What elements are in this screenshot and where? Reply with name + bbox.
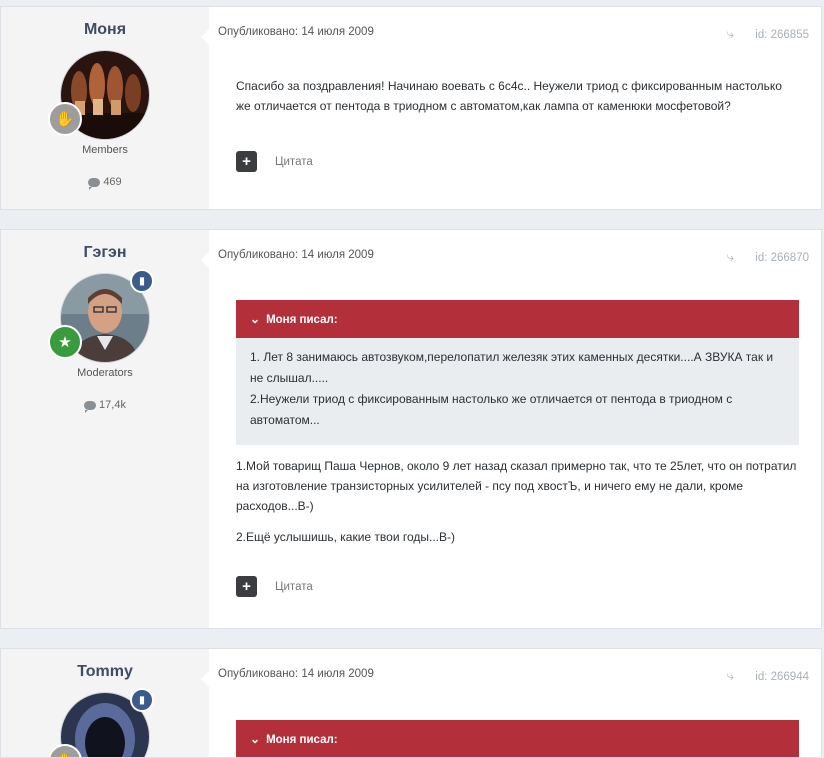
quote-line: 2.Неужели триод с фиксированным настольк… bbox=[250, 392, 733, 427]
post-meta: Опубликовано: 14 июля 2009 ⤷ id: 266870 bbox=[218, 249, 809, 264]
post-id: id: 266870 bbox=[755, 252, 809, 264]
author-panel: Моня ✋ Members 469 bbox=[1, 7, 209, 209]
author-name[interactable]: Tommy bbox=[1, 663, 209, 681]
post: Гэгэн ★ ▮ Moderators 17,4k Опубликовано:… bbox=[0, 229, 822, 629]
post-meta: Опубликовано: 14 июля 2009 ⤷ id: 266855 bbox=[218, 26, 809, 41]
post-text: Спасибо за поздравления! Начинаю воевать… bbox=[236, 79, 782, 113]
post-date[interactable]: 14 июля 2009 bbox=[301, 668, 374, 680]
post-paragraph: 2.Ещё услышишь, какие твои годы...В-) bbox=[236, 530, 456, 544]
post-content: Опубликовано: 14 июля 2009 ⤷ id: 266944 … bbox=[201, 649, 821, 757]
author-panel: Гэгэн ★ ▮ Moderators 17,4k bbox=[1, 230, 209, 628]
post-content: Опубликовано: 14 июля 2009 ⤷ id: 266870 … bbox=[201, 230, 821, 628]
quote-button[interactable]: Цитата bbox=[275, 581, 313, 593]
post-id: id: 266944 bbox=[755, 671, 809, 683]
comment-bubble-icon bbox=[88, 177, 101, 190]
post-date[interactable]: 14 июля 2009 bbox=[301, 26, 374, 38]
published-label: Опубликовано: bbox=[218, 668, 299, 680]
author-name[interactable]: Моня bbox=[1, 21, 209, 39]
chevron-down-icon: ⌄ bbox=[250, 732, 261, 746]
post-toolbar: + Цитата bbox=[236, 576, 313, 597]
quote-line: 1. Лет 8 занимаюсь автозвуком,перелопати… bbox=[250, 350, 774, 385]
published-label: Опубликовано: bbox=[218, 26, 299, 38]
post-meta: Опубликовано: 14 июля 2009 ⤷ id: 266944 bbox=[218, 668, 809, 683]
post-content: Опубликовано: 14 июля 2009 ⤷ id: 266855 … bbox=[201, 7, 821, 209]
quote-button[interactable]: Цитата bbox=[275, 156, 313, 168]
badge-icon: ★ bbox=[48, 325, 82, 359]
post: Tommy ✋ ▮ Опубликовано: 14 июля 2009 ⤷ i… bbox=[0, 648, 822, 758]
published-label: Опубликовано: bbox=[218, 249, 299, 261]
post-body: Спасибо за поздравления! Начинаю воевать… bbox=[236, 76, 799, 116]
badge-icon: ✋ bbox=[48, 102, 82, 136]
share-icon[interactable]: ⤷ bbox=[727, 249, 734, 265]
quote-body: 1. Лет 8 занимаюсь автозвуком,перелопати… bbox=[236, 338, 799, 445]
comment-bubble-icon bbox=[84, 400, 97, 413]
quote-header[interactable]: ⌄ Моня писал: bbox=[236, 720, 799, 757]
chevron-down-icon: ⌄ bbox=[250, 312, 261, 326]
share-icon[interactable]: ⤷ bbox=[727, 26, 734, 42]
post: Моня ✋ Members 469 Опубликовано: 14 июля… bbox=[0, 6, 822, 210]
avatar-wrap: ★ ▮ bbox=[48, 269, 154, 363]
member-group: Moderators bbox=[77, 367, 133, 379]
post-paragraph: 1.Мой товарищ Паша Чернов, около 9 лет н… bbox=[236, 459, 797, 513]
post-meta-right: ⤷ id: 266870 bbox=[727, 249, 809, 265]
plus-icon[interactable]: + bbox=[236, 151, 257, 172]
author-panel: Tommy ✋ ▮ bbox=[1, 649, 209, 757]
post-meta-right: ⤷ id: 266944 bbox=[727, 668, 809, 684]
member-group: Members bbox=[82, 144, 128, 156]
post-meta-right: ⤷ id: 266855 bbox=[727, 26, 809, 42]
plus-icon[interactable]: + bbox=[236, 576, 257, 597]
post-toolbar: + Цитата bbox=[236, 151, 313, 172]
quote-header[interactable]: ⌄ Моня писал: bbox=[236, 300, 799, 338]
post-body: ⌄ Моня писал: bbox=[236, 720, 799, 757]
shield-icon: ▮ bbox=[130, 688, 154, 712]
avatar-wrap: ✋ ▮ bbox=[48, 688, 154, 757]
author-name[interactable]: Гэгэн bbox=[1, 244, 209, 262]
post-count: 17,4k bbox=[1, 399, 209, 413]
shield-icon: ▮ bbox=[130, 269, 154, 293]
quote-block: ⌄ Моня писал: 1. Лет 8 занимаюсь автозвук… bbox=[236, 300, 799, 445]
post-id: id: 266855 bbox=[755, 29, 809, 41]
post-body: ⌄ Моня писал: 1. Лет 8 занимаюсь автозвук… bbox=[236, 300, 799, 547]
post-date[interactable]: 14 июля 2009 bbox=[301, 249, 374, 261]
post-count: 469 bbox=[1, 176, 209, 190]
share-icon[interactable]: ⤷ bbox=[727, 668, 734, 684]
avatar-wrap: ✋ bbox=[48, 50, 150, 140]
